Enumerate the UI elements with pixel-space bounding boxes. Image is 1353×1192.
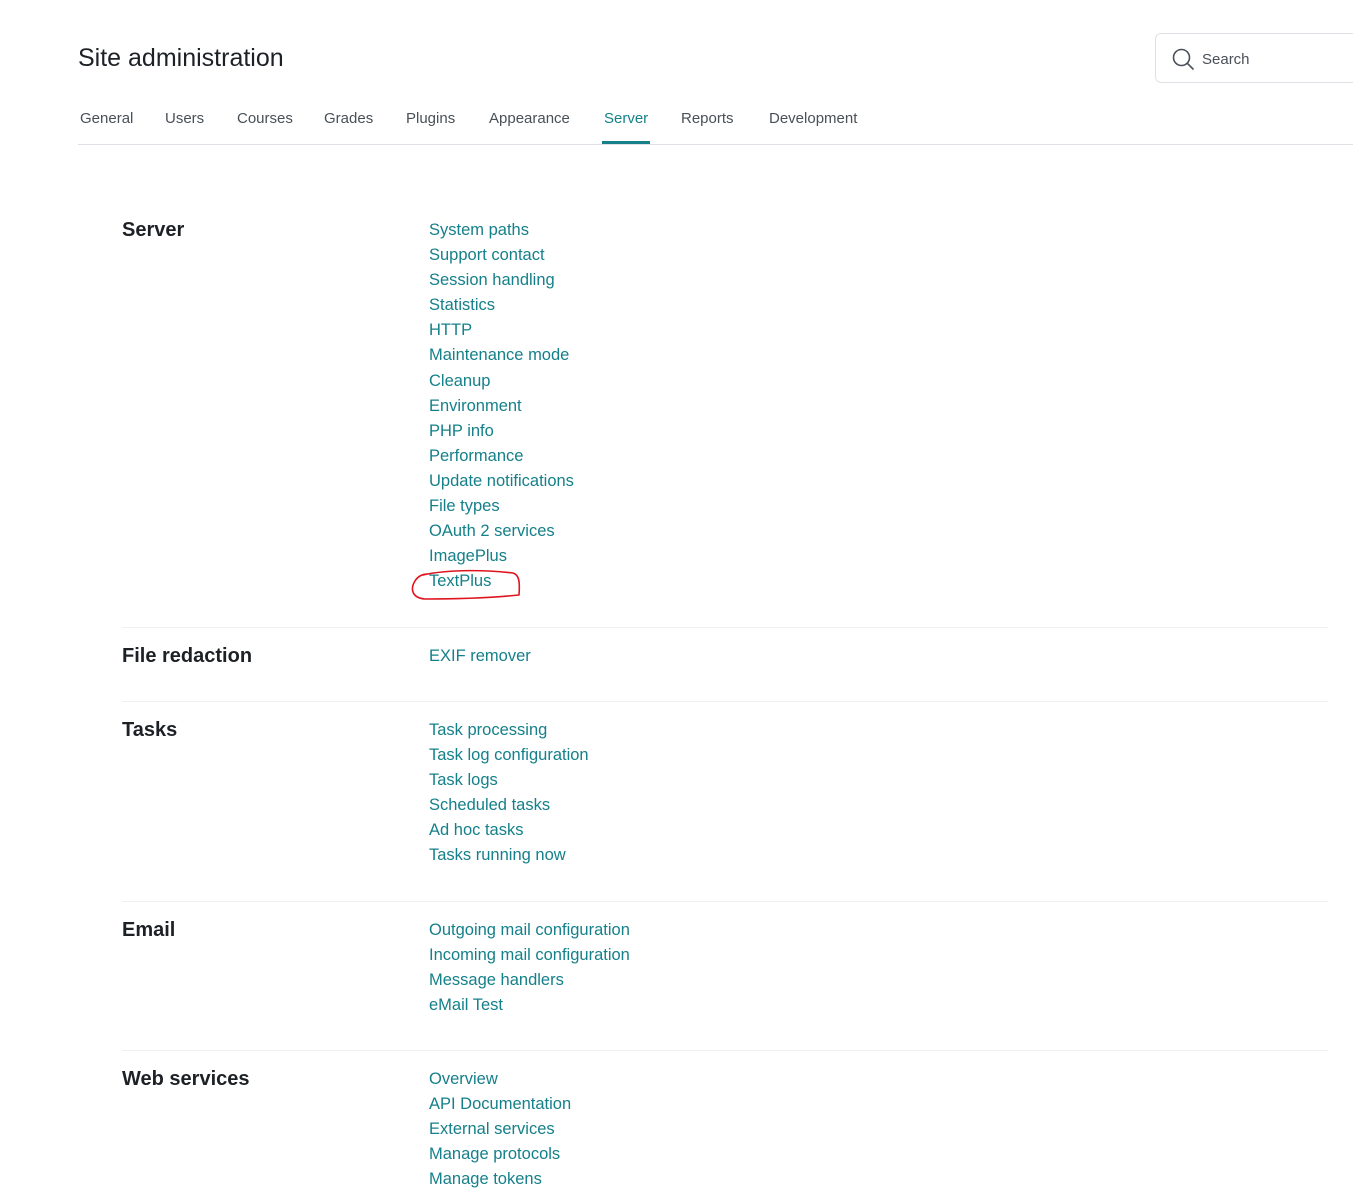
section-divider <box>122 701 1328 702</box>
list-item: Cleanup <box>429 369 574 394</box>
tab-plugins[interactable]: Plugins <box>406 104 455 144</box>
list-item: File types <box>429 494 574 519</box>
link-email-test[interactable]: eMail Test <box>429 996 503 1014</box>
section-title: File redaction <box>122 645 253 667</box>
tab-courses[interactable]: Courses <box>237 104 293 144</box>
link-imageplus[interactable]: ImagePlus <box>429 547 507 565</box>
link-list: Task processing Task log configuration T… <box>429 718 589 869</box>
list-item: OAuth 2 services <box>429 519 574 544</box>
link-outgoing-mail-configuration[interactable]: Outgoing mail configuration <box>429 921 630 939</box>
tab-development[interactable]: Development <box>769 104 857 144</box>
list-item: Task log configuration <box>429 743 589 768</box>
link-tasks-running-now[interactable]: Tasks running now <box>429 846 566 864</box>
link-file-types[interactable]: File types <box>429 497 500 515</box>
list-item: Overview <box>429 1067 571 1092</box>
search-box[interactable] <box>1155 33 1353 83</box>
link-list: System paths Support contact Session han… <box>429 218 574 594</box>
link-exif-remover[interactable]: EXIF remover <box>429 647 531 665</box>
link-task-processing[interactable]: Task processing <box>429 721 547 739</box>
list-item: System paths <box>429 218 574 243</box>
link-list: EXIF remover <box>429 644 531 669</box>
link-oauth2-services[interactable]: OAuth 2 services <box>429 522 555 540</box>
link-incoming-mail-configuration[interactable]: Incoming mail configuration <box>429 946 630 964</box>
link-environment[interactable]: Environment <box>429 397 522 415</box>
link-scheduled-tasks[interactable]: Scheduled tasks <box>429 796 550 814</box>
link-update-notifications[interactable]: Update notifications <box>429 472 574 490</box>
list-item: Manage tokens <box>429 1167 571 1192</box>
section-title: Web services <box>122 1068 250 1090</box>
tab-users[interactable]: Users <box>165 104 204 144</box>
link-task-logs[interactable]: Task logs <box>429 771 498 789</box>
annotation-circle <box>411 569 521 600</box>
link-support-contact[interactable]: Support contact <box>429 246 545 264</box>
link-manage-protocols[interactable]: Manage protocols <box>429 1145 560 1163</box>
list-item: Update notifications <box>429 469 574 494</box>
link-manage-tokens[interactable]: Manage tokens <box>429 1170 542 1188</box>
list-item: Ad hoc tasks <box>429 818 589 843</box>
list-item: Session handling <box>429 268 574 293</box>
list-item: EXIF remover <box>429 644 531 669</box>
list-item: Environment <box>429 394 574 419</box>
tab-general[interactable]: General <box>80 104 133 144</box>
list-item: Incoming mail configuration <box>429 943 630 968</box>
list-item: Message handlers <box>429 968 630 993</box>
link-http[interactable]: HTTP <box>429 321 472 339</box>
search-icon <box>1172 48 1194 70</box>
section-divider <box>122 627 1328 628</box>
search-input[interactable] <box>1202 46 1352 72</box>
link-overview[interactable]: Overview <box>429 1070 498 1088</box>
admin-nav-tabs: General Users Courses Grades Plugins App… <box>78 104 1353 145</box>
link-php-info[interactable]: PHP info <box>429 422 494 440</box>
link-system-paths[interactable]: System paths <box>429 221 529 239</box>
list-item: Task logs <box>429 768 589 793</box>
list-item: Manage protocols <box>429 1142 571 1167</box>
list-item: Performance <box>429 444 574 469</box>
list-item: ImagePlus <box>429 544 574 569</box>
list-item: PHP info <box>429 419 574 444</box>
section-title: Server <box>122 219 185 241</box>
section-title: Tasks <box>122 719 178 741</box>
section-title: Email <box>122 919 176 941</box>
link-cleanup[interactable]: Cleanup <box>429 372 490 390</box>
list-item: Tasks running now <box>429 843 589 868</box>
link-statistics[interactable]: Statistics <box>429 296 495 314</box>
link-maintenance-mode[interactable]: Maintenance mode <box>429 346 569 364</box>
link-message-handlers[interactable]: Message handlers <box>429 971 564 989</box>
list-item: External services <box>429 1117 571 1142</box>
link-session-handling[interactable]: Session handling <box>429 271 555 289</box>
list-item: Scheduled tasks <box>429 793 589 818</box>
link-ad-hoc-tasks[interactable]: Ad hoc tasks <box>429 821 523 839</box>
list-item: Support contact <box>429 243 574 268</box>
list-item: Maintenance mode <box>429 343 574 368</box>
list-item: HTTP <box>429 318 574 343</box>
page-title: Site administration <box>78 44 284 72</box>
list-item: eMail Test <box>429 993 630 1018</box>
list-item: Outgoing mail configuration <box>429 918 630 943</box>
tab-reports[interactable]: Reports <box>681 104 734 144</box>
tab-grades[interactable]: Grades <box>324 104 373 144</box>
list-item: Task processing <box>429 718 589 743</box>
link-external-services[interactable]: External services <box>429 1120 555 1138</box>
link-task-log-configuration[interactable]: Task log configuration <box>429 746 589 764</box>
tab-appearance[interactable]: Appearance <box>489 104 570 144</box>
list-item: Statistics <box>429 293 574 318</box>
link-performance[interactable]: Performance <box>429 447 523 465</box>
link-list: Outgoing mail configuration Incoming mai… <box>429 918 630 1018</box>
link-api-documentation[interactable]: API Documentation <box>429 1095 571 1113</box>
tab-server[interactable]: Server <box>602 104 651 144</box>
list-item: API Documentation <box>429 1092 571 1117</box>
link-list: Overview API Documentation External serv… <box>429 1067 571 1192</box>
section-divider <box>122 901 1328 902</box>
section-divider <box>122 1050 1328 1051</box>
